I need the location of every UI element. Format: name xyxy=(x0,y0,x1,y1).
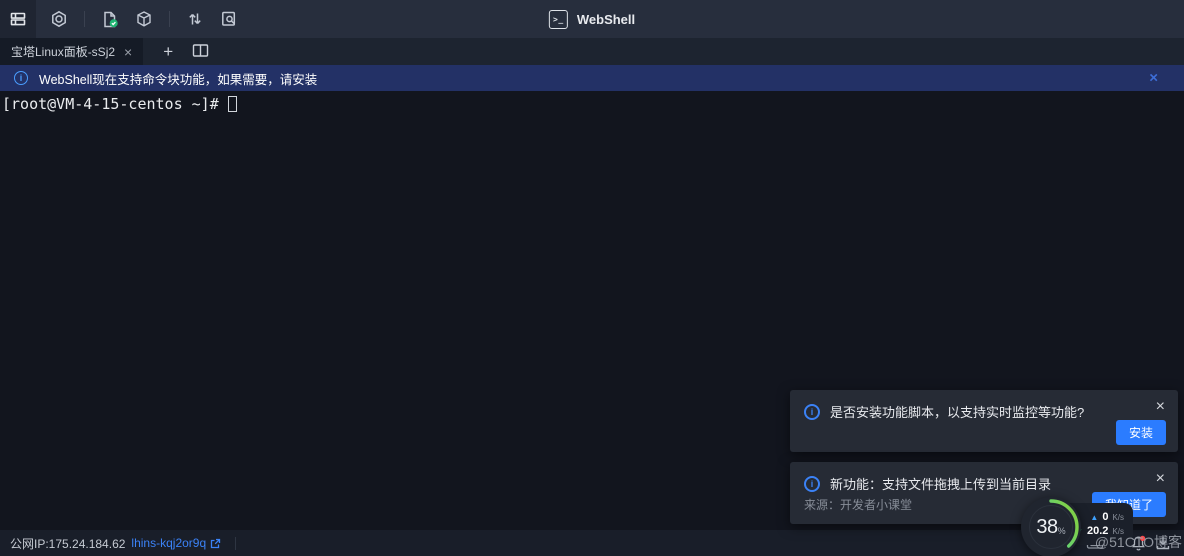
gauge-percent-unit: % xyxy=(1058,526,1066,536)
upload-speed-value: 0 xyxy=(1102,511,1108,523)
public-ip-label: 公网IP:175.24.184.62 xyxy=(10,535,125,552)
resource-gauge[interactable]: 38 % xyxy=(1020,496,1082,556)
gauge-percent-value: 38 xyxy=(1036,516,1057,539)
banner-message: WebShell现在支持命令块功能，如果需要，请安装 xyxy=(39,69,317,88)
download-speed-value: 20.2 xyxy=(1087,525,1108,537)
split-columns-icon xyxy=(192,43,209,61)
settings-button[interactable] xyxy=(42,0,76,38)
banner-close-icon[interactable]: × xyxy=(1149,71,1158,86)
tab-baota-panel[interactable]: 宝塔Linux面板-sSj2 × xyxy=(0,38,143,65)
toast-header: i 新功能：支持文件拖拽上传到当前目录 xyxy=(804,474,1164,493)
status-bar: 公网IP:175.24.184.62 lhins-kqj2or9q xyxy=(0,530,1184,556)
tab-close-icon[interactable]: × xyxy=(124,45,132,59)
toast-source-label: 来源：开发者小课堂 xyxy=(804,496,912,513)
download-speed-unit: K/s xyxy=(1112,527,1124,536)
terminal-cursor xyxy=(228,96,237,112)
toast-message: 新功能：支持文件拖拽上传到当前目录 xyxy=(830,474,1051,493)
webshell-terminal-icon: >_ xyxy=(549,10,568,29)
package-icon xyxy=(135,10,153,28)
toolbar-divider xyxy=(169,11,170,27)
notice-banner: i WebShell现在支持命令块功能，如果需要，请安装 × xyxy=(0,65,1184,91)
info-icon: i xyxy=(14,71,28,85)
terminal-prompt: [root@VM-4-15-centos ~]# xyxy=(2,95,228,113)
toast-header: i 是否安装功能脚本，以支持实时监控等功能? xyxy=(804,402,1164,421)
add-tab-button[interactable]: + xyxy=(151,38,185,65)
script-file-button[interactable] xyxy=(93,0,127,38)
top-toolbar: >_ WebShell xyxy=(0,0,1184,38)
upload-arrow-icon: ▲ xyxy=(1090,514,1098,522)
instance-link[interactable]: lhins-kqj2or9q xyxy=(131,536,206,550)
external-link-icon[interactable] xyxy=(210,538,221,549)
gauge-label: 38 % xyxy=(1020,496,1082,556)
install-button[interactable]: 安装 xyxy=(1116,420,1166,445)
toolbar-buttons xyxy=(0,0,246,38)
file-search-button[interactable] xyxy=(212,0,246,38)
download-icon[interactable] xyxy=(1155,535,1171,554)
settings-gear-icon xyxy=(50,10,68,28)
app-title-label: WebShell xyxy=(577,12,635,27)
toast-close-icon[interactable]: × xyxy=(1156,399,1165,415)
toolbar-divider xyxy=(84,11,85,27)
file-check-icon xyxy=(101,10,120,29)
tab-bar: 宝塔Linux面板-sSj2 × + xyxy=(0,38,1184,65)
tab-label: 宝塔Linux面板-sSj2 xyxy=(11,43,115,60)
server-list-button[interactable] xyxy=(0,0,36,38)
server-list-icon xyxy=(9,10,27,28)
sort-arrows-icon xyxy=(186,10,204,28)
toast-install-script: i 是否安装功能脚本，以支持实时监控等功能? × 安装 xyxy=(790,390,1178,452)
status-divider xyxy=(235,537,236,550)
split-pane-button[interactable] xyxy=(185,38,215,65)
app-title: >_ WebShell xyxy=(549,0,635,38)
toast-close-icon[interactable]: × xyxy=(1156,471,1165,487)
upload-speed-unit: K/s xyxy=(1112,513,1124,522)
toast-message: 是否安装功能脚本，以支持实时监控等功能? xyxy=(830,402,1084,421)
package-button[interactable] xyxy=(127,0,161,38)
file-search-icon xyxy=(220,10,238,28)
info-icon: i xyxy=(804,476,820,492)
transfer-button[interactable] xyxy=(178,0,212,38)
info-icon: i xyxy=(804,404,820,420)
webshell-screen: >_ WebShell 宝塔Linux面板-sSj2 × + i WebShel… xyxy=(0,0,1184,556)
